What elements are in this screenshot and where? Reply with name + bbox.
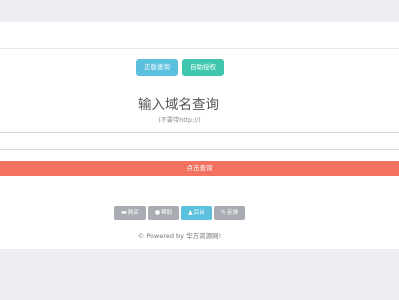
buy-label: 购买 — [127, 210, 139, 216]
query-button[interactable]: 点击查询 — [0, 161, 399, 176]
tab-genuine-query[interactable]: 正版查询 — [136, 59, 178, 76]
feedback-label: 反馈 — [227, 210, 239, 216]
edit-icon: ✎ — [220, 209, 226, 216]
domain-input[interactable] — [0, 132, 399, 150]
powered-by-text: © Powered by 华方资源网! — [137, 232, 222, 240]
help-button[interactable]: ●帮助 — [148, 206, 179, 220]
info-icon: ● — [154, 209, 161, 216]
buy-button[interactable]: ▬购买 — [114, 206, 146, 220]
admin-button[interactable]: ▲后台 — [181, 206, 212, 220]
input-hint: (不要带http://) — [158, 117, 201, 124]
user-icon: ▲ — [188, 209, 193, 216]
help-label: 帮助 — [161, 210, 173, 216]
feedback-button[interactable]: ✎反馈 — [214, 206, 245, 220]
admin-label: 后台 — [193, 210, 205, 216]
header-divider — [0, 48, 399, 49]
cart-icon: ▬ — [121, 209, 127, 216]
tab-self-authorize[interactable]: 自助授权 — [182, 59, 224, 76]
page-title: 输入域名查询 — [138, 97, 219, 113]
